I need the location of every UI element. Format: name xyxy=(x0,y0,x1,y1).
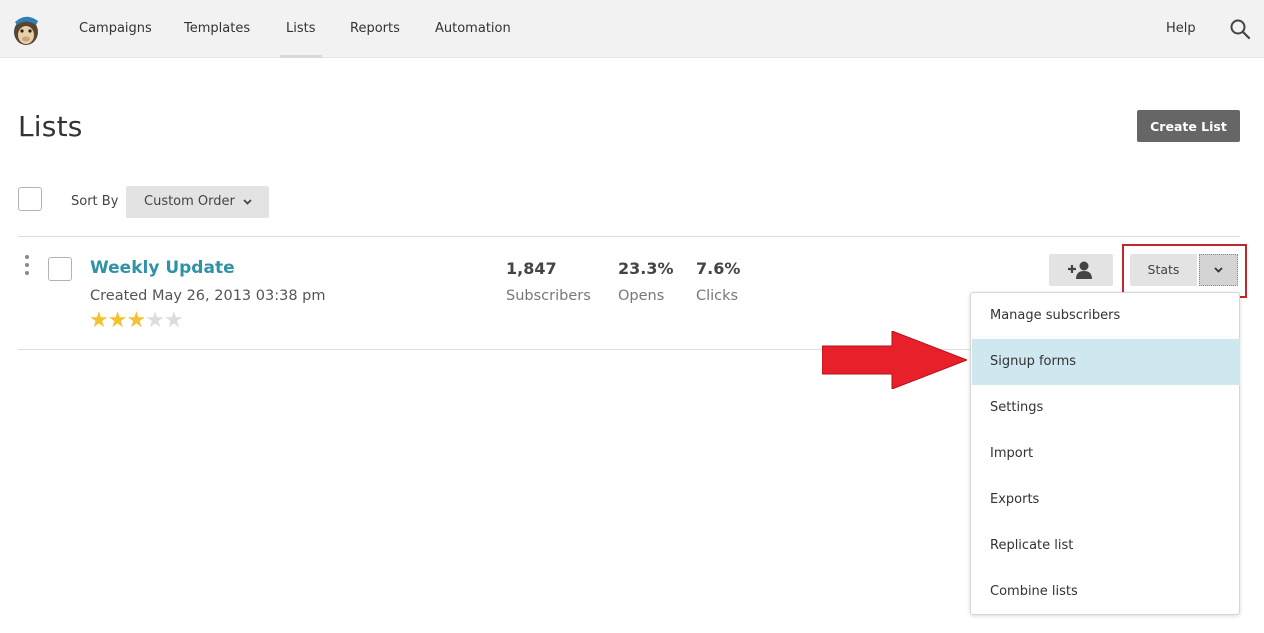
nav-templates[interactable]: Templates xyxy=(184,0,250,58)
subscribers-count: 1,847 xyxy=(506,259,557,278)
nav-automation[interactable]: Automation xyxy=(435,0,511,58)
list-name-link[interactable]: Weekly Update xyxy=(90,258,235,278)
add-user-icon xyxy=(1068,261,1092,279)
opens-label: Opens xyxy=(618,288,665,304)
list-actions-menu: Manage subscribers Signup forms Settings… xyxy=(970,292,1240,615)
sort-order-select[interactable]: Custom Order xyxy=(126,186,269,218)
drag-handle-icon[interactable] xyxy=(24,255,30,275)
search-icon[interactable] xyxy=(1229,18,1251,40)
chevron-down-icon xyxy=(1214,267,1223,273)
sort-by-label: Sort By xyxy=(71,194,119,209)
divider xyxy=(18,236,1240,237)
star-empty-icon: ★ xyxy=(163,308,184,333)
list-rating[interactable]: ★★★★★ xyxy=(89,308,184,333)
nav-lists[interactable]: Lists xyxy=(280,0,321,58)
menu-combine-lists[interactable]: Combine lists xyxy=(972,569,1240,615)
nav-help[interactable]: Help xyxy=(1166,0,1196,58)
add-subscriber-button[interactable] xyxy=(1049,254,1113,286)
list-row-checkbox[interactable] xyxy=(48,257,72,281)
top-nav: Campaigns Templates Lists Reports Automa… xyxy=(0,0,1264,58)
star-filled-icon: ★ xyxy=(89,308,109,333)
subscribers-label: Subscribers xyxy=(506,288,591,304)
sort-order-value: Custom Order xyxy=(144,194,235,209)
star-empty-icon: ★ xyxy=(145,308,165,333)
nav-campaigns[interactable]: Campaigns xyxy=(79,0,152,58)
clicks-rate: 7.6% xyxy=(696,259,741,278)
stats-button[interactable]: Stats xyxy=(1130,254,1197,286)
clicks-label: Clicks xyxy=(696,288,739,304)
menu-replicate-list[interactable]: Replicate list xyxy=(972,523,1240,569)
mailchimp-monkey-icon[interactable] xyxy=(10,13,42,47)
star-filled-icon: ★ xyxy=(126,308,146,333)
menu-manage-subscribers[interactable]: Manage subscribers xyxy=(972,293,1240,339)
chevron-down-icon xyxy=(243,199,252,205)
menu-settings[interactable]: Settings xyxy=(972,385,1240,431)
select-all-checkbox[interactable] xyxy=(18,187,42,211)
star-filled-icon: ★ xyxy=(107,308,128,333)
nav-reports[interactable]: Reports xyxy=(350,0,400,58)
menu-import[interactable]: Import xyxy=(972,431,1240,477)
opens-rate: 23.3% xyxy=(618,259,674,278)
menu-signup-forms[interactable]: Signup forms xyxy=(972,339,1240,385)
menu-exports[interactable]: Exports xyxy=(972,477,1240,523)
page-title: Lists xyxy=(18,110,83,143)
list-created-date: Created May 26, 2013 03:38 pm xyxy=(90,288,326,304)
annotation-arrow-icon xyxy=(822,331,967,389)
create-list-button[interactable]: Create List xyxy=(1137,110,1240,142)
stats-dropdown-toggle[interactable] xyxy=(1199,254,1238,286)
